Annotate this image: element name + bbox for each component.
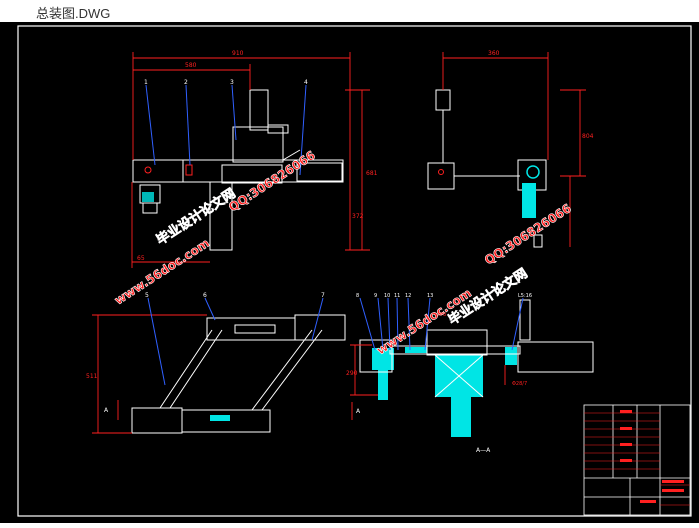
main-view [132,89,344,251]
dim-main-height: 681 [366,170,378,177]
balloon-4: 4 [304,79,308,86]
drawing-border [17,25,692,517]
dim-right-height: 804 [582,133,594,140]
leader-lines-linkage [147,297,324,386]
dim-lower-height: 372 [352,213,364,220]
balloon-2: 2 [184,79,188,86]
section-marker-a1: A [104,407,109,414]
linkage-cyan-part [210,415,230,421]
linkage-view [131,314,346,434]
balloon-1: 1 [144,79,148,86]
section-view [359,299,594,437]
dim-dia2: Φ28/7 [512,381,527,387]
balloon-11: 11 [394,293,400,299]
balloon-3: 3 [230,79,234,86]
balloon-10: 10 [384,293,390,299]
side-view-cyan-block [522,183,536,218]
cad-drawing-svg: 910 580 681 372 65 1 2 3 4 360 804 511 A… [17,25,692,517]
dim-right-width: 360 [488,50,500,57]
dim-left-small: 65 [137,255,145,262]
balloon-8: 8 [356,293,359,299]
hole-marker [144,166,152,174]
title-block [583,404,691,516]
balloon-9: 9 [374,293,377,299]
watermark-name-1: 毕业设计论文网 [153,185,238,248]
part-marker [185,164,193,176]
dim-top-width: 910 [232,50,244,57]
balloon-13: 13 [427,293,433,299]
dim-dia3: L5:16 [518,293,532,299]
balloon-12: 12 [405,293,411,299]
balloon-7: 7 [321,292,325,299]
balloon-6: 6 [203,292,207,299]
dim-left-view-height: 511 [86,373,98,380]
cyan-part [142,192,154,202]
section-marker-a2: A [356,408,361,415]
balloon-5: 5 [145,292,149,299]
section-label: A—A [476,447,491,454]
dim-top-sub-width: 580 [185,62,197,69]
dimension-lines-linkage [92,314,207,434]
dim-section-height: 290 [346,370,358,377]
side-view-hole [438,169,444,175]
side-view-joint [526,165,540,179]
window-titlebar: 总装图.DWG [0,0,699,23]
cad-drawing-canvas[interactable]: 910 580 681 372 65 1 2 3 4 360 804 511 A… [0,22,699,523]
window-title: 总装图.DWG [36,6,111,21]
